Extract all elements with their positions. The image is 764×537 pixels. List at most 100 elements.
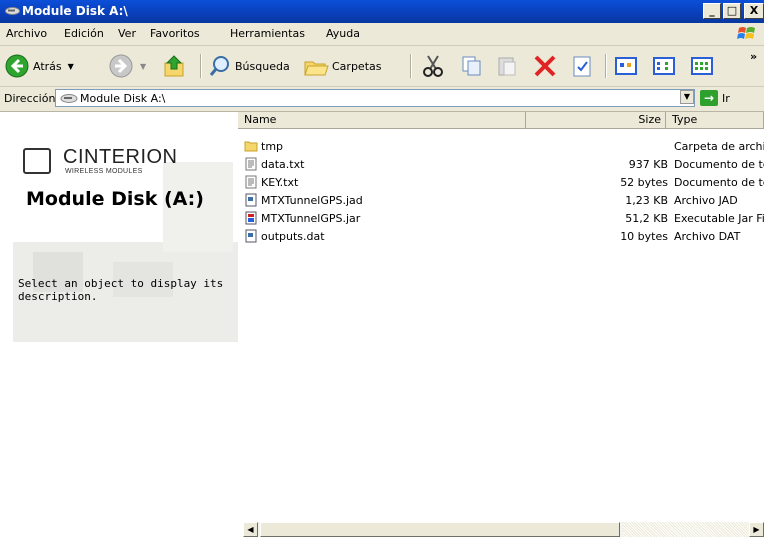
forward-dropdown-icon[interactable]: ▼ <box>140 62 146 71</box>
file-row[interactable]: tmp Carpeta de archivos <box>238 137 764 155</box>
file-list: Name Size Type tmp Carpeta de archivos d… <box>238 112 764 522</box>
file-type: Executable Jar File <box>674 212 764 225</box>
properties-button[interactable] <box>570 52 594 80</box>
column-header-type[interactable]: Type <box>666 112 764 129</box>
search-button[interactable]: Búsqueda <box>208 52 290 80</box>
folder-icon <box>244 141 258 152</box>
drive-title: Module Disk (A:) <box>26 188 204 210</box>
forward-button[interactable]: ▼ <box>108 52 146 80</box>
menu-herramientas[interactable]: Herramientas <box>230 27 305 40</box>
column-header-name[interactable]: Name <box>238 112 526 129</box>
address-input[interactable]: Module Disk A:\ <box>55 89 695 107</box>
file-row[interactable]: outputs.dat 10 bytes Archivo DAT <box>238 227 764 245</box>
back-dropdown-icon[interactable]: ▼ <box>68 62 74 71</box>
folders-button[interactable]: Carpetas <box>303 52 381 80</box>
file-row[interactable]: data.txt 937 KB Documento de texto <box>238 155 764 173</box>
forward-arrow-icon <box>109 54 133 78</box>
details-icon <box>691 57 713 75</box>
file-type: Documento de texto <box>674 176 764 189</box>
generic-file-icon <box>245 193 257 207</box>
close-button[interactable]: X <box>744 3 764 19</box>
copy-icon <box>462 56 481 76</box>
text-file-icon <box>245 175 257 189</box>
file-type: Carpeta de archivos <box>674 140 764 153</box>
address-value: Module Disk A:\ <box>80 92 166 105</box>
brand-subtitle: WIRELESS MODULES <box>65 168 143 175</box>
cinterion-logo-icon <box>23 148 51 174</box>
drive-icon <box>5 7 20 15</box>
menu-ver[interactable]: Ver <box>118 27 136 40</box>
windows-logo-icon <box>737 27 755 39</box>
scrollbar-track[interactable] <box>623 522 748 537</box>
tiles-icon <box>653 57 675 75</box>
copy-button[interactable] <box>460 52 484 80</box>
menu-archivo[interactable]: Archivo <box>6 27 47 40</box>
address-label: Dirección <box>4 92 56 105</box>
horizontal-scrollbar[interactable]: ◀ ▶ <box>243 522 764 537</box>
left-edge <box>0 112 14 537</box>
scissors-icon <box>423 55 443 77</box>
file-size: 1,23 KB <box>625 194 668 207</box>
file-name: MTXTunnelGPS.jad <box>261 193 363 207</box>
paste-button[interactable] <box>495 52 519 80</box>
toolbar-overflow-chevron[interactable]: » <box>750 50 757 63</box>
file-name: data.txt <box>261 157 305 171</box>
generic-file-icon <box>245 229 257 243</box>
file-name: KEY.txt <box>261 175 299 189</box>
file-name: MTXTunnelGPS.jar <box>261 211 361 225</box>
properties-icon <box>573 56 591 77</box>
file-row[interactable]: MTXTunnelGPS.jar 51,2 KB Executable Jar … <box>238 209 764 227</box>
menu-edicion[interactable]: Edición <box>64 27 104 40</box>
file-type: Archivo DAT <box>674 230 741 243</box>
menu-bar: Archivo Edición Ver Favoritos Herramient… <box>0 23 764 46</box>
file-size: 52 bytes <box>620 176 668 189</box>
text-file-icon <box>245 157 257 171</box>
folders-icon <box>304 61 329 76</box>
scroll-left-button[interactable]: ◀ <box>243 522 258 537</box>
file-size: 937 KB <box>628 158 668 171</box>
view-icon <box>615 57 637 75</box>
go-button[interactable]: → <box>700 90 718 106</box>
toolbar: Atrás ▼ ▼ Búsqueda Carpetas » <box>0 46 764 87</box>
column-header-size[interactable]: Size <box>526 112 666 129</box>
file-name: tmp <box>261 139 284 153</box>
scroll-right-button[interactable]: ▶ <box>749 522 764 537</box>
address-bar: Dirección Module Disk A:\ ▼ → Ir <box>0 87 764 112</box>
back-label: Atrás <box>33 59 62 73</box>
drive-icon <box>60 94 78 103</box>
view-tiles-button[interactable] <box>652 52 676 80</box>
file-row[interactable]: KEY.txt 52 bytes Documento de texto <box>238 173 764 191</box>
title-bar[interactable]: Module Disk A:\ _ □ X <box>0 0 764 23</box>
delete-button[interactable] <box>532 52 558 80</box>
paste-icon <box>498 57 516 76</box>
view-thumbnails-button[interactable] <box>614 52 638 80</box>
menu-ayuda[interactable]: Ayuda <box>326 27 360 40</box>
delete-x-icon <box>534 55 556 77</box>
file-size: 10 bytes <box>620 230 668 243</box>
scrollbar-thumb[interactable] <box>260 522 620 537</box>
search-icon <box>209 56 229 76</box>
go-label[interactable]: Ir <box>722 92 730 105</box>
view-details-button[interactable] <box>690 52 714 80</box>
minimize-button[interactable]: _ <box>703 3 721 19</box>
menu-favoritos[interactable]: Favoritos <box>150 27 200 40</box>
cut-button[interactable] <box>420 52 446 80</box>
file-type: Archivo JAD <box>674 194 738 207</box>
back-button[interactable]: Atrás ▼ <box>4 52 74 80</box>
file-row[interactable]: MTXTunnelGPS.jad 1,23 KB Archivo JAD <box>238 191 764 209</box>
up-folder-icon <box>164 55 184 77</box>
maximize-button[interactable]: □ <box>723 3 741 19</box>
brand-name: CINTERION <box>63 146 178 168</box>
file-size: 51,2 KB <box>625 212 668 225</box>
jar-file-icon <box>245 211 257 225</box>
file-type: Documento de texto <box>674 158 764 171</box>
back-arrow-icon <box>5 54 29 78</box>
task-pane: CINTERION WIRELESS MODULES Module Disk (… <box>13 112 238 537</box>
search-label: Búsqueda <box>235 59 290 73</box>
window-title: Module Disk A:\ <box>22 4 128 18</box>
selection-hint: Select an object to display its descript… <box>18 277 224 303</box>
file-name: outputs.dat <box>261 229 325 243</box>
folders-label: Carpetas <box>332 59 382 73</box>
up-folder-button[interactable] <box>162 52 188 80</box>
address-dropdown-button[interactable]: ▼ <box>680 90 694 104</box>
